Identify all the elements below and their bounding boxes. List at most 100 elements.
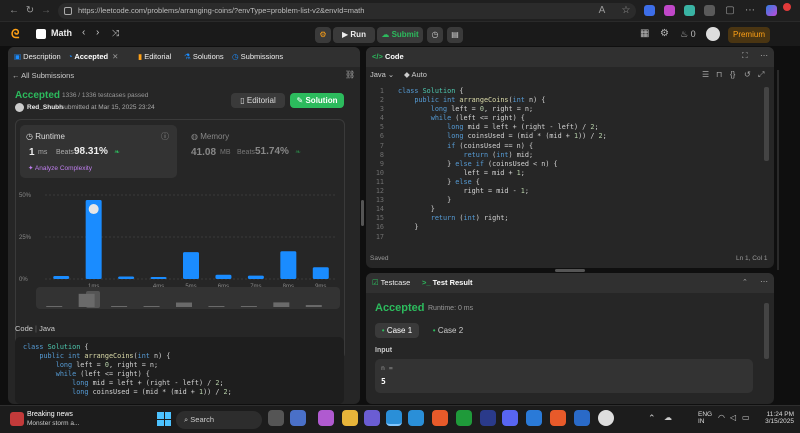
- discord-icon[interactable]: [502, 410, 518, 426]
- news-title[interactable]: Breaking news: [27, 411, 73, 418]
- bar-0ms[interactable]: [53, 275, 70, 279]
- file-explorer-icon[interactable]: [342, 410, 358, 426]
- windows-start-icon[interactable]: [157, 412, 171, 426]
- language-selector[interactable]: Java ⌄: [370, 70, 394, 79]
- analyze-complexity-link[interactable]: ✦ Analyze Complexity: [28, 164, 92, 172]
- code-line[interactable]: 10 left = mid + 1;: [370, 169, 766, 178]
- vscode-icon[interactable]: [526, 410, 542, 426]
- run-button[interactable]: ▶ Run: [333, 27, 375, 43]
- submit-button[interactable]: ☁ Submit: [377, 27, 423, 43]
- editorial-button[interactable]: ▯ Editorial: [231, 93, 285, 108]
- code-line[interactable]: 14 }: [370, 205, 766, 214]
- collapse-icon[interactable]: ⌃: [742, 278, 748, 286]
- code-line[interactable]: 12 right = mid - 1;: [370, 187, 766, 196]
- bar-7ms[interactable]: [247, 275, 264, 279]
- read-aloud-icon[interactable]: A: [596, 5, 608, 17]
- settings-gear-icon[interactable]: ⚙: [660, 28, 669, 39]
- reset-icon[interactable]: ↺: [744, 70, 751, 79]
- format-code-icon[interactable]: {}: [730, 70, 735, 79]
- settings-more-icon[interactable]: ⋯: [744, 5, 756, 17]
- notes-icon[interactable]: ▤: [447, 27, 463, 43]
- app-icon[interactable]: [480, 410, 496, 426]
- code-line[interactable]: 7 if (coinsUsed == n) {: [370, 142, 766, 151]
- code-line[interactable]: 5 long mid = left + (right - left) / 2;: [370, 123, 766, 132]
- edge-browser-icon[interactable]: [386, 410, 402, 426]
- app-icon[interactable]: [550, 410, 566, 426]
- onedrive-icon[interactable]: ☁: [664, 413, 672, 422]
- editor-scrollbar[interactable]: [764, 87, 769, 161]
- case-1-tab[interactable]: • Case 1: [375, 323, 419, 338]
- teams-icon[interactable]: [364, 410, 380, 426]
- memory-label[interactable]: ◍ Memory: [191, 132, 229, 141]
- fullscreen-icon[interactable]: ⤢: [758, 70, 764, 80]
- bar-5ms[interactable]: [183, 252, 199, 279]
- show-hidden-icons[interactable]: ⌃: [648, 413, 656, 424]
- wifi-icon[interactable]: ◠: [718, 413, 725, 422]
- language-indicator[interactable]: ENG IN: [698, 411, 712, 425]
- tab-solutions[interactable]: ⚗ Solutions: [184, 52, 224, 61]
- case-2-tab[interactable]: • Case 2: [428, 323, 468, 338]
- code-line[interactable]: 11 } else {: [370, 178, 766, 187]
- more-options-icon[interactable]: ⋯: [760, 51, 768, 60]
- app-icon[interactable]: [408, 410, 424, 426]
- site-info-icon[interactable]: [64, 7, 72, 15]
- prev-problem-icon[interactable]: ‹: [82, 27, 85, 38]
- user-avatar[interactable]: [15, 103, 24, 112]
- bar-2ms[interactable]: [118, 276, 135, 279]
- avatar[interactable]: [706, 27, 720, 41]
- code-editor[interactable]: 1 class Solution {2 public int arrangeCoi…: [370, 87, 766, 247]
- extension-icon[interactable]: [644, 5, 655, 16]
- bar-6ms[interactable]: [215, 274, 232, 279]
- streak-counter[interactable]: ♨ 0: [680, 29, 696, 40]
- app-icon[interactable]: [318, 410, 334, 426]
- brave-icon[interactable]: [432, 410, 448, 426]
- forward-icon[interactable]: →: [40, 5, 52, 17]
- code-line[interactable]: 2 public int arrangeCoins(int n) {: [370, 96, 766, 105]
- vertical-splitter[interactable]: [361, 200, 364, 226]
- tab-submissions[interactable]: ◷ Submissions: [232, 52, 283, 61]
- code-line[interactable]: 4 while (left <= right) {: [370, 114, 766, 123]
- favorite-star-icon[interactable]: ☆: [620, 5, 632, 17]
- clock[interactable]: 11:24 PM 3/15/2025: [760, 411, 794, 425]
- premium-button[interactable]: Premium: [728, 27, 770, 43]
- code-line[interactable]: 13 }: [370, 196, 766, 205]
- leetcode-logo-icon[interactable]: ᘓ: [11, 27, 23, 41]
- info-icon[interactable]: ⓘ: [161, 131, 169, 142]
- tab-accepted[interactable]: ◔ Accepted ✕: [68, 52, 118, 61]
- page-scrollbar[interactable]: [777, 70, 779, 270]
- tab-test-result[interactable]: >_ Test Result: [422, 278, 473, 287]
- copilot-icon[interactable]: [766, 5, 777, 16]
- extension-icon[interactable]: [684, 5, 695, 16]
- problem-list-title[interactable]: Math: [51, 28, 72, 38]
- share-link-icon[interactable]: ⛓: [345, 70, 355, 79]
- more-options-icon[interactable]: ⋯: [760, 277, 768, 286]
- xbox-icon[interactable]: [456, 410, 472, 426]
- news-subtitle[interactable]: Monster storm a...: [27, 420, 79, 427]
- code-line[interactable]: 16 }: [370, 223, 766, 232]
- battery-icon[interactable]: ▭: [742, 413, 750, 422]
- bookmark-icon[interactable]: ⊓: [716, 70, 722, 79]
- layout-icon[interactable]: ▦: [640, 28, 649, 39]
- all-submissions-link[interactable]: ← All Submissions: [12, 71, 74, 80]
- extension-icon[interactable]: [664, 5, 675, 16]
- volume-icon[interactable]: ◁: [730, 413, 736, 422]
- taskbar-search[interactable]: ⌕ Search: [176, 411, 262, 429]
- horizontal-splitter[interactable]: [555, 269, 585, 272]
- back-icon[interactable]: ←: [8, 5, 20, 17]
- tab-editorial[interactable]: ▮ Editorial: [138, 52, 171, 61]
- solution-button[interactable]: ✎ Solution: [290, 93, 344, 108]
- news-icon[interactable]: [10, 412, 24, 426]
- tab-description[interactable]: ▣ Description: [14, 52, 61, 61]
- problem-list-icon[interactable]: [36, 29, 46, 39]
- username[interactable]: Red_Shubh: [27, 104, 63, 111]
- next-problem-icon[interactable]: ›: [96, 27, 99, 38]
- autocomplete-mode[interactable]: ◆ Auto: [404, 70, 427, 79]
- refresh-icon[interactable]: ↻: [24, 5, 36, 17]
- code-line[interactable]: 9 } else if (coinsUsed < n) {: [370, 160, 766, 169]
- bar-4ms[interactable]: [150, 276, 167, 279]
- notes-icon[interactable]: ☰: [702, 70, 709, 79]
- app-icon[interactable]: [290, 410, 306, 426]
- address-bar[interactable]: https://leetcode.com/problems/arranging-…: [58, 3, 636, 19]
- bar-9ms[interactable]: [312, 267, 329, 279]
- chrome-icon[interactable]: [598, 410, 614, 426]
